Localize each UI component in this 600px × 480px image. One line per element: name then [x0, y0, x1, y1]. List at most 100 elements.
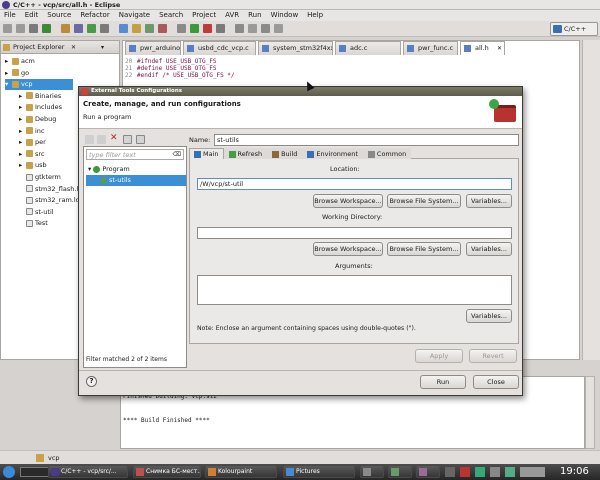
editor-tab[interactable]: usbd_cdc_vcp.c: [183, 41, 256, 55]
run-config-icon[interactable]: [87, 24, 96, 33]
menu-window[interactable]: Window: [271, 10, 299, 21]
taskbar-item[interactable]: C/C++ - vcp/src/...: [48, 465, 128, 478]
tab-build[interactable]: Build: [267, 148, 303, 159]
tree-item[interactable]: stm32_ram.ld: [19, 195, 80, 206]
menu-refactor[interactable]: Refactor: [80, 10, 109, 21]
editor-tab[interactable]: pwr_arduino_uno.c: [125, 41, 181, 55]
location-variables-button[interactable]: Variables...: [466, 194, 512, 208]
menu-project[interactable]: Project: [192, 10, 216, 21]
collapse-all-icon[interactable]: [123, 135, 132, 144]
taskbar-item[interactable]: Снимка БС-мест...: [133, 465, 201, 478]
forward-icon[interactable]: [261, 24, 270, 33]
close-icon[interactable]: ✕: [71, 41, 76, 54]
next-annotation-icon[interactable]: [216, 24, 225, 33]
build-icon[interactable]: [42, 24, 51, 33]
tree-item[interactable]: ▸ acm: [5, 56, 35, 67]
tree-item[interactable]: stm32_flash.ld: [19, 184, 82, 195]
expand-arrow-icon[interactable]: ▸: [19, 91, 26, 102]
expand-arrow-icon[interactable]: ▸: [19, 160, 26, 171]
tree-item[interactable]: ▸ src: [19, 149, 45, 160]
tree-item[interactable]: Test: [19, 218, 48, 229]
taskbar-item[interactable]: [416, 465, 440, 478]
open-folder-icon[interactable]: [132, 24, 141, 33]
console-scrollbar[interactable]: [585, 376, 595, 449]
editor-tab[interactable]: all.h ✕: [460, 41, 505, 55]
menu-file[interactable]: File: [4, 10, 16, 21]
config-type-item[interactable]: ▾ Program: [86, 164, 186, 175]
tree-item[interactable]: gtkterm: [19, 172, 61, 183]
editor-tab[interactable]: adc.c: [335, 41, 401, 55]
tree-item[interactable]: st-util: [19, 207, 54, 218]
hammer-icon[interactable]: [61, 24, 70, 33]
expand-arrow-icon[interactable]: ▸: [19, 126, 26, 137]
run-button[interactable]: Run: [420, 375, 466, 389]
arguments-field[interactable]: [197, 275, 512, 305]
close-icon[interactable]: ✕: [497, 42, 502, 55]
print-icon[interactable]: [29, 24, 38, 33]
apply-button[interactable]: Apply: [415, 349, 463, 363]
expand-arrow-icon[interactable]: ▸: [19, 137, 26, 148]
coverage-icon[interactable]: [158, 24, 167, 33]
delete-config-icon[interactable]: ✕: [110, 133, 118, 143]
name-field[interactable]: st-utils: [214, 134, 519, 146]
perspective-switcher[interactable]: C/C++: [550, 22, 598, 36]
tree-item[interactable]: ▸ Binaries: [19, 91, 61, 102]
menu-navigate[interactable]: Navigate: [119, 10, 150, 21]
expand-arrow-icon[interactable]: ▸: [5, 56, 12, 67]
location-field[interactable]: /W/vcp/st-util: [197, 178, 512, 190]
expand-arrow-icon[interactable]: ▸: [19, 114, 26, 125]
start-menu-icon[interactable]: [3, 466, 15, 478]
tab-environment[interactable]: Environment: [302, 148, 363, 159]
prev-annotation-icon[interactable]: [235, 24, 244, 33]
location-browse-filesystem-button[interactable]: Browse File System...: [387, 194, 461, 208]
stop-icon[interactable]: [203, 24, 212, 33]
save-icon[interactable]: [16, 24, 25, 33]
help-button[interactable]: ?: [86, 376, 97, 387]
menu-run[interactable]: Run: [248, 10, 261, 21]
filter-menu-icon[interactable]: [136, 135, 145, 144]
project-explorer-tab[interactable]: Project Explorer ✕ ▾: [1, 41, 119, 54]
back-icon[interactable]: [248, 24, 257, 33]
new-icon[interactable]: [3, 24, 12, 33]
clear-filter-icon[interactable]: ⌫: [173, 150, 181, 160]
tab-common[interactable]: Common: [362, 148, 412, 159]
tree-item[interactable]: ▸ Includes: [19, 102, 62, 113]
filter-input[interactable]: type filter text ⌫: [86, 149, 184, 160]
expand-arrow-icon[interactable]: ▸: [19, 102, 26, 113]
working-dir-field[interactable]: [197, 227, 512, 239]
config-item[interactable]: st-utils: [86, 175, 186, 186]
revert-button[interactable]: Revert: [469, 349, 517, 363]
taskbar-item[interactable]: Kolourpaint: [205, 465, 277, 478]
menu-source[interactable]: Source: [47, 10, 71, 21]
external-tools-icon[interactable]: [100, 24, 109, 33]
profile-icon[interactable]: [177, 24, 186, 33]
menu-search[interactable]: Search: [159, 10, 183, 21]
dialog-titlebar[interactable]: External Tools Configurations: [79, 87, 522, 96]
tree-item[interactable]: ▸ inc: [19, 126, 45, 137]
arguments-variables-button[interactable]: Variables...: [466, 309, 512, 323]
tree-item[interactable]: ▾ vcp: [5, 79, 73, 91]
tab-main[interactable]: Main: [189, 148, 224, 159]
menu-edit[interactable]: Edit: [25, 10, 39, 21]
pin-icon[interactable]: [274, 24, 283, 33]
wd-variables-button[interactable]: Variables...: [466, 242, 512, 256]
menu-help[interactable]: Help: [307, 10, 323, 21]
debug-config-icon[interactable]: [74, 24, 83, 33]
taskbar-item[interactable]: Pictures: [283, 465, 355, 478]
expand-arrow-icon[interactable]: ▾: [5, 79, 12, 90]
editor-tab[interactable]: pwr_func.c: [403, 41, 458, 55]
run-icon[interactable]: [190, 24, 199, 33]
close-button[interactable]: Close: [473, 375, 519, 389]
tree-item[interactable]: ▸ go: [5, 68, 29, 79]
tree-item[interactable]: ▸ usb: [19, 160, 47, 171]
search-icon[interactable]: [119, 24, 128, 33]
debug-icon[interactable]: [145, 24, 154, 33]
menu-avr[interactable]: AVR: [225, 10, 239, 21]
tab-refresh[interactable]: Refresh: [223, 148, 268, 159]
location-browse-workspace-button[interactable]: Browse Workspace...: [313, 194, 383, 208]
tree-item[interactable]: ▸ Debug: [19, 114, 56, 125]
duplicate-config-icon[interactable]: [97, 135, 106, 144]
expand-arrow-icon[interactable]: ▸: [19, 149, 26, 160]
wd-browse-filesystem-button[interactable]: Browse File System...: [387, 242, 461, 256]
editor-tab[interactable]: system_stm32f4xx.c: [258, 41, 333, 55]
